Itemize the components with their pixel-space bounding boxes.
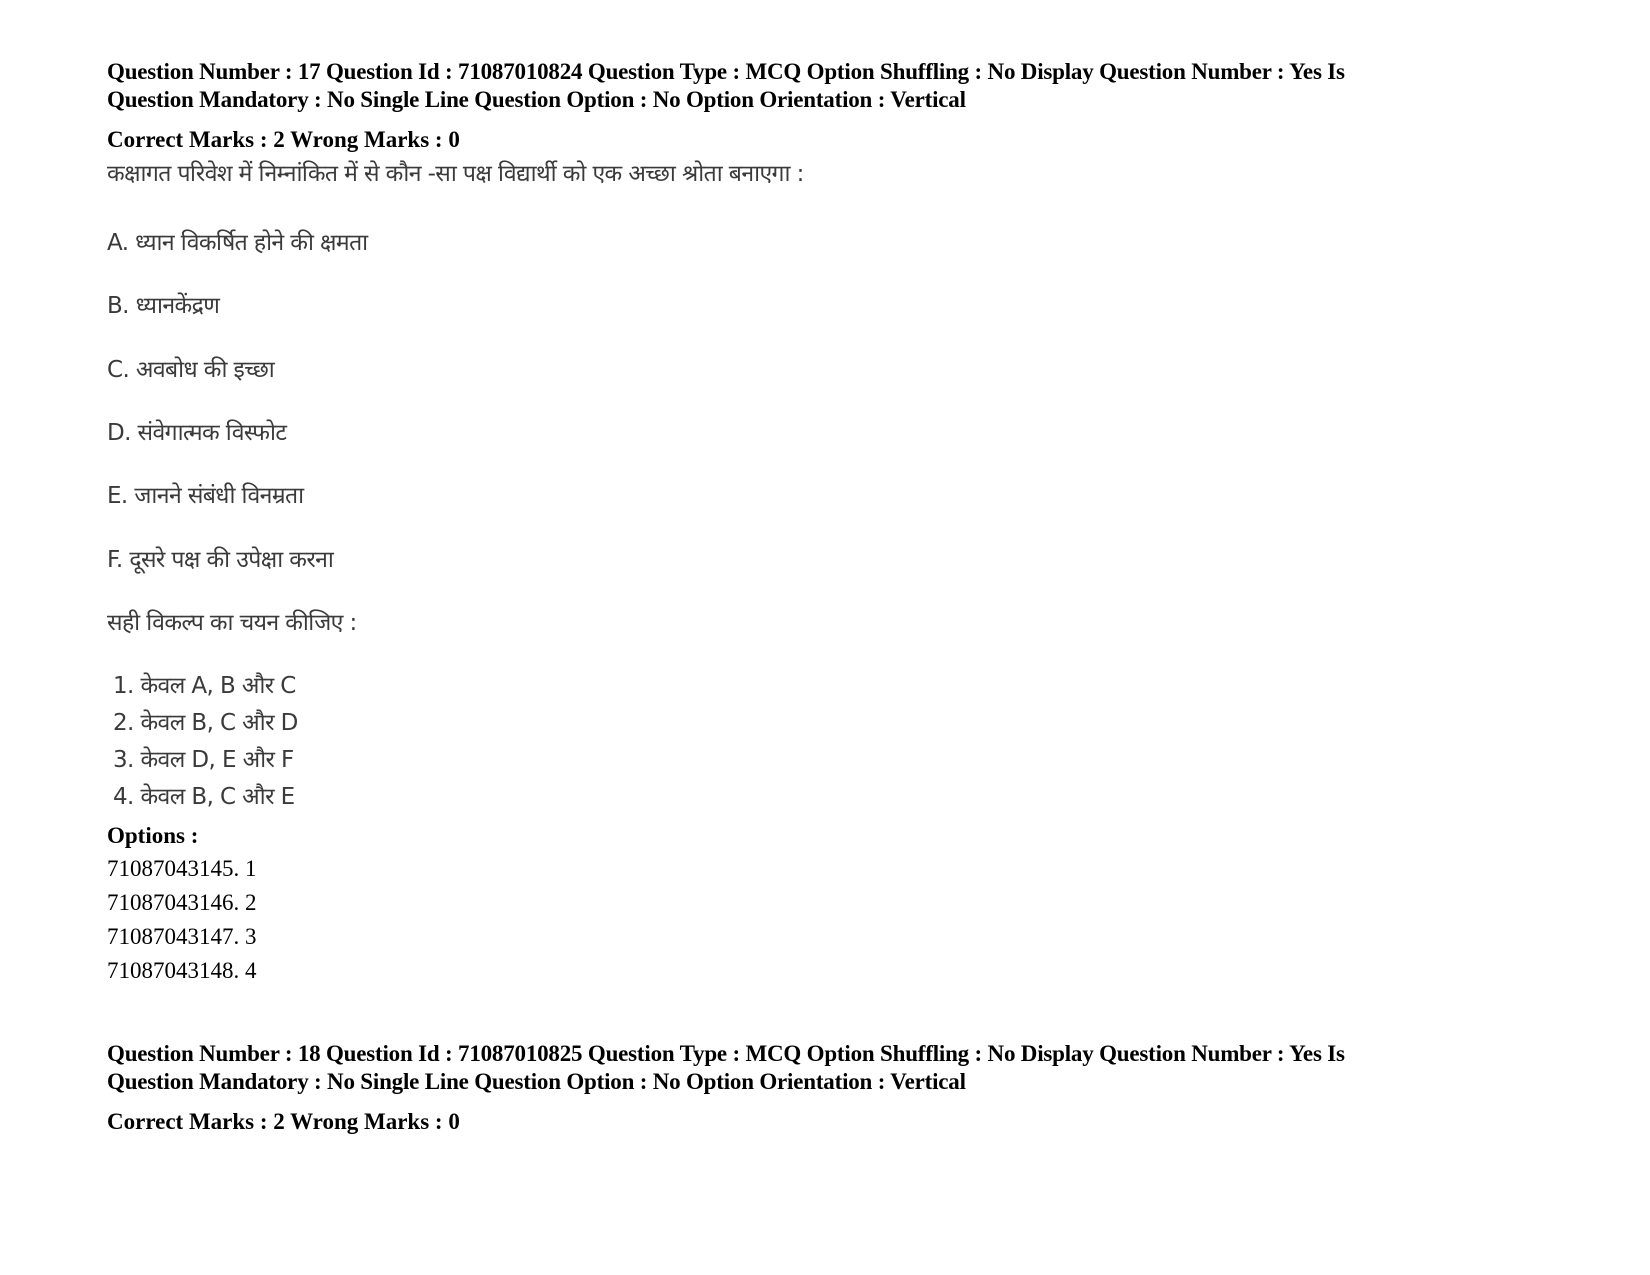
statement-a: A. ध्यान विकर्षित होने की क्षमता [107, 230, 368, 256]
question-header-line1: Question Number : 17 Question Id : 71087… [107, 59, 1345, 84]
choice-4: 4. केवल B, C और E [113, 784, 295, 810]
option-id-1: 71087043145. 1 [107, 856, 257, 881]
question-marks: Correct Marks : 2 Wrong Marks : 0 [107, 1109, 460, 1134]
statement-f: F. दूसरे पक्ष की उपेक्षा करना [107, 547, 334, 573]
option-id-2: 71087043146. 2 [107, 890, 257, 915]
option-id-3: 71087043147. 3 [107, 924, 257, 949]
choice-3: 3. केवल D, E और F [113, 747, 294, 773]
question-header-line1: Question Number : 18 Question Id : 71087… [107, 1041, 1345, 1066]
question-marks: Correct Marks : 2 Wrong Marks : 0 [107, 127, 460, 152]
statement-b: B. ध्यानकेंद्रण [107, 293, 220, 319]
choice-1: 1. केवल A, B और C [113, 673, 296, 699]
choice-2: 2. केवल B, C और D [113, 710, 298, 736]
option-id-list: 71087043145. 1 71087043146. 2 7108704314… [107, 852, 257, 988]
options-label: Options : [107, 823, 199, 848]
option-id-4: 71087043148. 4 [107, 958, 257, 983]
statement-c: C. अवबोध की इच्छा [107, 357, 275, 383]
question-header-line2: Question Mandatory : No Single Line Ques… [107, 1069, 966, 1094]
choice-list: 1. केवल A, B और C 2. केवल B, C और D 3. क… [107, 668, 298, 816]
statement-d: D. संवेगात्मक विस्फोट [107, 420, 287, 446]
question-stem: कक्षागत परिवेश में निम्नांकित में से कौन… [107, 161, 804, 187]
statement-e: E. जानने संबंधी विनम्रता [107, 483, 304, 509]
question-header-line2: Question Mandatory : No Single Line Ques… [107, 87, 966, 112]
instruction: सही विकल्प का चयन कीजिए : [107, 610, 357, 636]
